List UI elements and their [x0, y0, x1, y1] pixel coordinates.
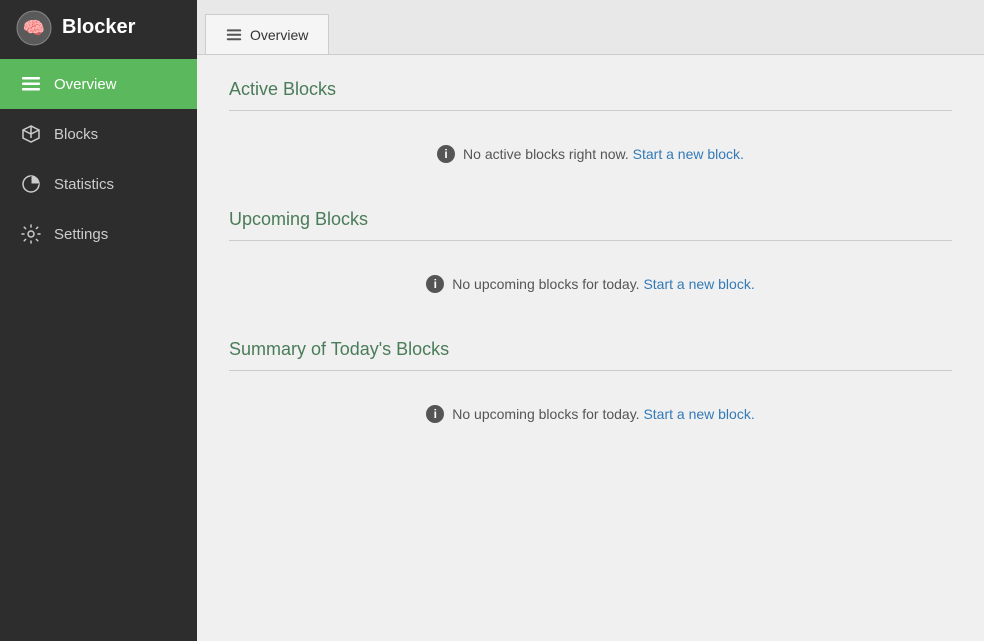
sidebar-label-settings: Settings [54, 226, 108, 243]
upcoming-blocks-info-icon: i [426, 275, 444, 293]
sidebar-nav: Overview Blocks Statistics [0, 59, 197, 259]
summary-text: No upcoming blocks for today. [452, 406, 639, 422]
sidebar-label-statistics: Statistics [54, 176, 114, 193]
app-logo: 🧠 [16, 10, 52, 46]
active-blocks-link[interactable]: Start a new block. [633, 146, 744, 162]
sidebar-label-blocks: Blocks [54, 126, 98, 143]
main-area: Overview Active Blocks i No active block… [197, 0, 984, 641]
sidebar-item-overview[interactable]: Overview [0, 59, 197, 109]
sidebar-label-overview: Overview [54, 76, 117, 93]
blocks-icon [20, 123, 42, 145]
active-blocks-text: No active blocks right now. [463, 146, 629, 162]
upcoming-blocks-message: i No upcoming blocks for today. Start a … [229, 257, 952, 311]
summary-info-icon: i [426, 405, 444, 423]
section-summary: Summary of Today's Blocks i No upcoming … [229, 339, 952, 441]
active-blocks-info-icon: i [437, 145, 455, 163]
tab-overview-icon [226, 27, 242, 43]
content-area: Active Blocks i No active blocks right n… [197, 55, 984, 641]
upcoming-blocks-title: Upcoming Blocks [229, 209, 952, 230]
section-upcoming-blocks: Upcoming Blocks i No upcoming blocks for… [229, 209, 952, 311]
active-blocks-title: Active Blocks [229, 79, 952, 100]
upcoming-blocks-divider [229, 240, 952, 241]
settings-icon [20, 223, 42, 245]
upcoming-blocks-text: No upcoming blocks for today. [452, 276, 639, 292]
tab-bar: Overview [197, 0, 984, 55]
active-blocks-message: i No active blocks right now. Start a ne… [229, 127, 952, 181]
summary-title: Summary of Today's Blocks [229, 339, 952, 360]
summary-message: i No upcoming blocks for today. Start a … [229, 387, 952, 441]
summary-link[interactable]: Start a new block. [643, 406, 754, 422]
upcoming-blocks-link[interactable]: Start a new block. [643, 276, 754, 292]
sidebar-item-blocks[interactable]: Blocks [0, 109, 197, 159]
overview-icon [20, 73, 42, 95]
tab-overview[interactable]: Overview [205, 14, 329, 54]
active-blocks-divider [229, 110, 952, 111]
svg-text:🧠: 🧠 [23, 18, 45, 38]
section-active-blocks: Active Blocks i No active blocks right n… [229, 79, 952, 181]
statistics-icon [20, 173, 42, 195]
tab-overview-label: Overview [250, 27, 308, 43]
sidebar-item-settings[interactable]: Settings [0, 209, 197, 259]
sidebar-header: 🧠 Blocker [0, 0, 197, 55]
sidebar-item-statistics[interactable]: Statistics [0, 159, 197, 209]
app-title: Blocker [62, 16, 135, 39]
sidebar: 🧠 Blocker Overview Blocks [0, 0, 197, 641]
summary-divider [229, 370, 952, 371]
